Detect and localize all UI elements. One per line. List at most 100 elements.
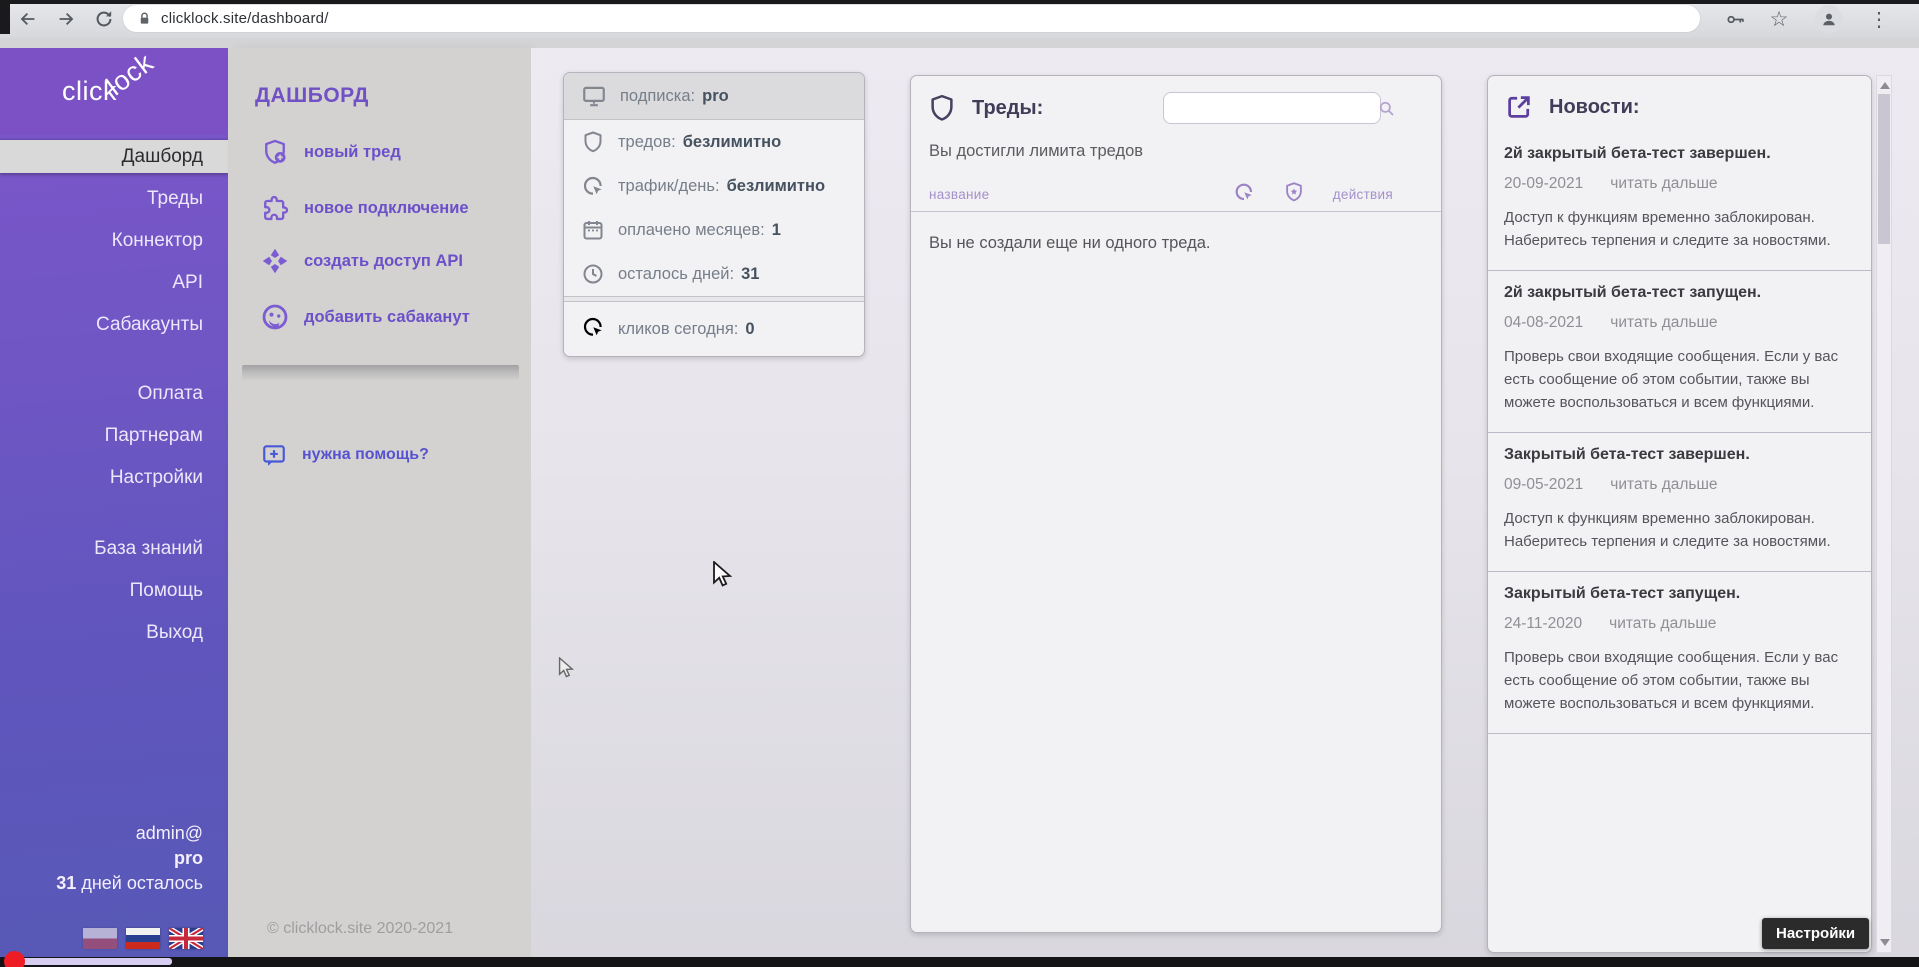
window-edge xyxy=(0,0,1919,4)
shield-icon xyxy=(581,130,605,154)
browser-menu-icon[interactable]: ⋮ xyxy=(1862,4,1896,34)
stats-header: подписка: pro xyxy=(564,73,864,120)
mouse-cursor xyxy=(712,561,736,592)
sidebar-group-misc: База знаний Помощь Выход xyxy=(0,532,228,649)
news-date: 04-08-2021 xyxy=(1504,314,1583,332)
shield-star-icon xyxy=(1283,181,1305,208)
stats-row-traffic: трафик/день: безлимитно xyxy=(564,164,864,208)
sidebar-item-logout[interactable]: Выход xyxy=(0,616,228,649)
cursor-click-icon xyxy=(1233,181,1255,208)
back-icon[interactable] xyxy=(12,3,44,35)
scroll-up-icon[interactable] xyxy=(1880,82,1890,89)
account-email: admin@ xyxy=(56,821,203,846)
stats-row-days-left: осталось дней: 31 xyxy=(564,252,864,296)
stats-row-months: оплачено месяцев: 1 xyxy=(564,208,864,252)
search-icon xyxy=(1377,99,1396,118)
threads-header: Треды: xyxy=(911,76,1441,124)
column-actions: действия xyxy=(1333,187,1393,202)
subscription-stats-card: подписка: pro тредов: безлимитно трафик/… xyxy=(563,72,865,357)
menu-divider xyxy=(242,365,519,381)
page-top-strip xyxy=(0,38,1919,48)
scrollbar[interactable] xyxy=(1876,75,1892,953)
dashboard-menu-column: ДАШБОРД новый тред новое подключение соз… xyxy=(228,48,531,967)
threads-empty-message: Вы не создали еще ни одного треда. xyxy=(929,234,1441,253)
news-panel: Новости: 2й закрытый бета-тест завершен.… xyxy=(1487,75,1872,953)
news-item: 2й закрытый бета-тест завершен. 20-09-20… xyxy=(1488,132,1871,271)
add-subaccount-button[interactable]: добавить сабаканут xyxy=(261,300,470,334)
window-corner xyxy=(0,0,10,34)
page-title: ДАШБОРД xyxy=(255,84,369,108)
news-item: Закрытый бета-тест запущен. 24-11-2020 ч… xyxy=(1488,572,1871,734)
column-name: название xyxy=(929,187,989,202)
flag-russia-icon[interactable] xyxy=(126,928,160,949)
account-info: admin@ pro 31 дней осталось xyxy=(56,821,203,896)
flag-poland-icon[interactable] xyxy=(83,928,117,949)
bookmark-star-icon[interactable]: ☆ xyxy=(1762,4,1796,34)
key-icon[interactable] xyxy=(1718,4,1752,34)
news-date: 09-05-2021 xyxy=(1504,476,1583,494)
sidebar-item-dashboard[interactable]: Дашборд xyxy=(0,140,228,173)
mouse-cursor-ghost xyxy=(558,657,577,683)
sidebar-item-subaccounts[interactable]: Сабакаунты xyxy=(0,308,228,341)
news-title: Новости: xyxy=(1549,96,1640,119)
video-playhead[interactable] xyxy=(4,951,25,967)
news-date: 24-11-2020 xyxy=(1504,615,1582,633)
video-progress-bar[interactable] xyxy=(0,957,1919,967)
main-content: подписка: pro тредов: безлимитно трафик/… xyxy=(531,48,1919,967)
video-progress-track[interactable] xyxy=(18,958,172,965)
sidebar-item-help[interactable]: Помощь xyxy=(0,574,228,607)
search-input[interactable] xyxy=(1164,94,1377,122)
sidebar-item-partners[interactable]: Партнерам xyxy=(0,419,228,452)
puzzle-icon xyxy=(261,194,289,222)
help-chat-icon xyxy=(261,442,287,468)
copyright: © clicklock.site 2020-2021 xyxy=(267,920,453,938)
new-connection-button[interactable]: новое подключение xyxy=(261,191,469,225)
stats-row-threads: тредов: безлимитно xyxy=(564,120,864,164)
read-more-link[interactable]: читать дальше xyxy=(1610,314,1717,332)
create-api-access-button[interactable]: создать доступ API xyxy=(261,244,463,278)
language-switcher xyxy=(83,928,203,949)
news-item: 2й закрытый бета-тест запущен. 04-08-202… xyxy=(1488,271,1871,433)
thread-search xyxy=(1163,92,1381,124)
read-more-link[interactable]: читать дальше xyxy=(1610,175,1717,193)
account-plan: pro xyxy=(56,846,203,871)
cursor-click-icon xyxy=(581,174,605,198)
shield-icon xyxy=(927,93,957,123)
settings-tooltip-button[interactable]: Настройки xyxy=(1762,918,1869,949)
address-bar[interactable]: clicklock.site/dashboard/ xyxy=(123,5,1700,32)
threads-panel: Треды: Вы достигли лимита тредов названи… xyxy=(910,75,1442,933)
sidebar-item-threads[interactable]: Треды xyxy=(0,182,228,215)
new-thread-button[interactable]: новый тред xyxy=(261,135,401,169)
sidebar-group-main: Дашборд Треды Коннектор API Сабакаунты xyxy=(0,140,228,341)
sidebar-item-api[interactable]: API xyxy=(0,266,228,299)
forward-icon[interactable] xyxy=(50,3,82,35)
read-more-link[interactable]: читать дальше xyxy=(1610,476,1717,494)
scroll-down-icon[interactable] xyxy=(1880,939,1890,946)
app-screen: clicklock.site/dashboard/ ☆ ⋮ clicklock … xyxy=(0,0,1919,967)
sidebar-item-knowledge-base[interactable]: База знаний xyxy=(0,532,228,565)
sidebar-item-connector[interactable]: Коннектор xyxy=(0,224,228,257)
threads-title: Треды: xyxy=(972,97,1043,120)
sidebar-item-payment[interactable]: Оплата xyxy=(0,377,228,410)
sidebar-item-settings[interactable]: Настройки xyxy=(0,461,228,494)
profile-avatar[interactable] xyxy=(1812,4,1846,34)
sidebar-group-billing: Оплата Партнерам Настройки xyxy=(0,377,228,494)
news-item: Закрытый бета-тест завершен. 09-05-2021 … xyxy=(1488,433,1871,572)
external-link-icon xyxy=(1504,92,1534,122)
url-text[interactable]: clicklock.site/dashboard/ xyxy=(161,10,329,27)
stats-row-clicks-today: кликов сегодня: 0 xyxy=(564,302,864,356)
face-icon xyxy=(261,303,289,331)
need-help-link[interactable]: нужна помощь? xyxy=(261,438,429,472)
logo[interactable]: clicklock xyxy=(0,48,228,135)
sidebar: clicklock Дашборд Треды Коннектор API Са… xyxy=(0,48,228,967)
clock-icon xyxy=(581,262,605,286)
news-date: 20-09-2021 xyxy=(1504,175,1583,193)
move-arrows-icon xyxy=(261,247,289,275)
refresh-icon[interactable] xyxy=(88,3,120,35)
news-header: Новости: xyxy=(1488,76,1871,132)
read-more-link[interactable]: читать дальше xyxy=(1609,615,1716,633)
scrollbar-thumb[interactable] xyxy=(1878,94,1890,244)
flag-uk-icon[interactable] xyxy=(169,928,203,949)
shield-plus-icon xyxy=(261,138,289,166)
column-icons xyxy=(1233,181,1305,208)
